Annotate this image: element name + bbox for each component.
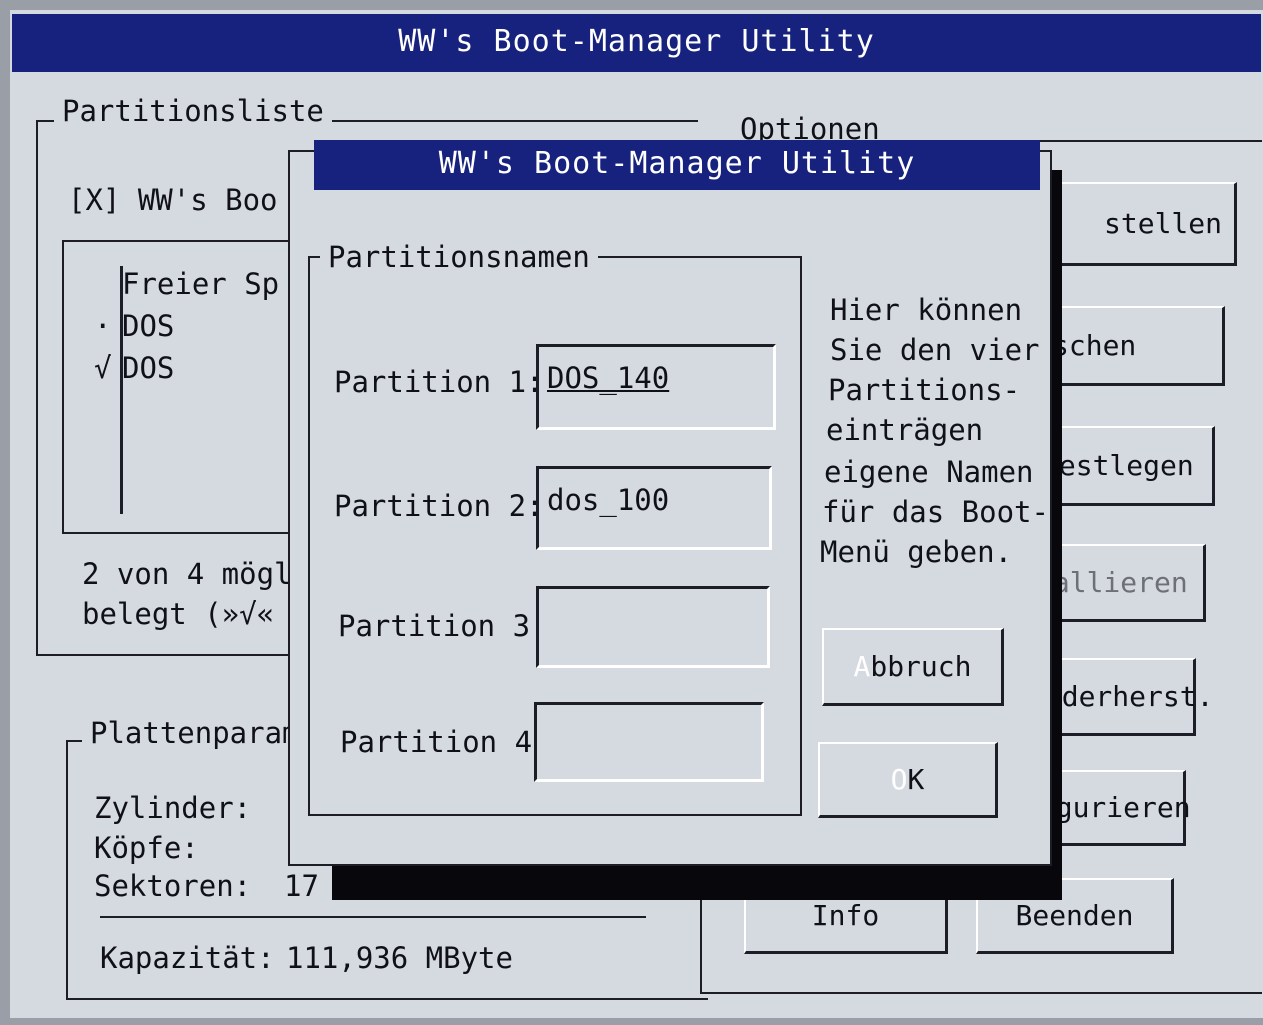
disk-params-label: Plattenparam: [82, 716, 308, 750]
partition-count-status: 2 von 4 mögl: [82, 557, 292, 591]
partition-list-label: Partitionsliste: [54, 94, 332, 128]
options-button-schen[interactable]: schen: [1040, 306, 1225, 386]
ok-hotkey: O: [890, 763, 908, 796]
help-text-line: Hier können: [830, 293, 1023, 327]
help-text-line: für das Boot-: [822, 495, 1049, 529]
partition-3-input[interactable]: [536, 586, 770, 668]
dialog-title-bar: WW's Boot-Manager Utility: [314, 140, 1040, 190]
capacity-value: 111,936 MByte: [286, 941, 513, 975]
list-item[interactable]: Freier Sp: [122, 266, 279, 302]
help-text-line: Sie den vier: [830, 333, 1040, 367]
list-item[interactable]: DOS: [122, 308, 174, 344]
main-title-bar: WW's Boot-Manager Utility: [12, 14, 1261, 72]
partition-names-dialog: WW's Boot-Manager Utility Partitionsname…: [288, 140, 1052, 866]
partition-4-label: Partition 4:: [340, 725, 550, 759]
sectors-label: Sektoren:: [94, 869, 252, 903]
dialog-title: WW's Boot-Manager Utility: [438, 146, 916, 181]
desktop-screen: WW's Boot-Manager Utility Partitionslist…: [10, 10, 1263, 1018]
cylinders-label: Zylinder:: [94, 791, 252, 825]
list-item-mark: ·: [94, 309, 112, 343]
cancel-button[interactable]: Abbruch: [822, 628, 1004, 706]
partition-1-input[interactable]: DOS_140: [536, 344, 776, 430]
disk-params-divider: [100, 916, 646, 918]
partition-names-label: Partitionsnamen: [320, 240, 598, 274]
sectors-value: 17: [284, 869, 319, 903]
cancel-hotkey: A: [853, 650, 871, 683]
partition-1-label: Partition 1:: [334, 365, 544, 399]
help-text-line: Partitions-: [828, 373, 1021, 407]
heads-label: Köpfe:: [94, 831, 199, 865]
list-item-mark: √: [94, 351, 112, 385]
partition-4-input[interactable]: [534, 702, 764, 782]
partition-3-label: Partition 3:: [338, 609, 548, 643]
listbox-column-divider: [120, 266, 123, 514]
partition-used-status: belegt (»√«: [82, 597, 275, 631]
ok-button[interactable]: OK: [818, 742, 998, 818]
help-text-line: eigene Namen: [824, 455, 1034, 489]
help-text-line: Menü geben.: [820, 535, 1013, 569]
list-item[interactable]: DOS: [122, 350, 174, 386]
boot-manager-checkbox[interactable]: [X] WW's Boo: [68, 182, 278, 218]
partition-2-label: Partition 2:: [334, 489, 544, 523]
options-button-stellen[interactable]: stellen: [1052, 182, 1237, 266]
partition-2-input[interactable]: dos_100: [536, 466, 772, 550]
capacity-label: Kapazität:: [100, 941, 275, 975]
main-window-title: WW's Boot-Manager Utility: [398, 24, 875, 59]
help-text-line: einträgen: [826, 413, 984, 447]
